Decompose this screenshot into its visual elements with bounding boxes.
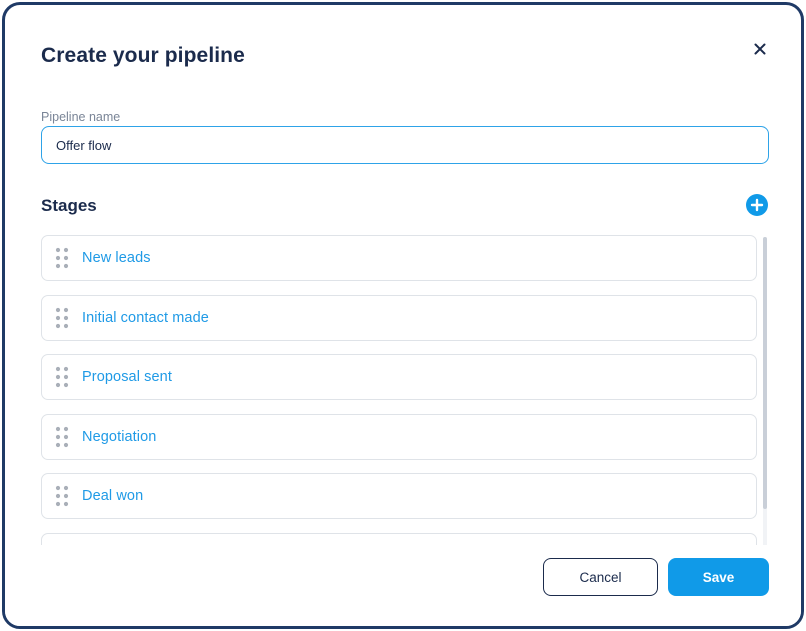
stage-label: Initial contact made (82, 309, 209, 326)
stage-label: Negotiation (82, 428, 157, 445)
pipeline-name-input[interactable] (41, 126, 769, 164)
stage-item[interactable]: New leads (41, 235, 757, 281)
plus-circle-icon (750, 198, 764, 212)
close-button[interactable] (749, 38, 771, 60)
drag-handle-icon[interactable] (42, 296, 82, 340)
stage-label: Proposal sent (82, 369, 172, 385)
drag-handle-icon[interactable] (42, 355, 82, 399)
dialog-title: Create your pipeline (41, 44, 245, 67)
stage-item[interactable]: Deal won (41, 473, 757, 519)
close-icon (754, 43, 766, 55)
drag-handle-icon[interactable] (42, 474, 82, 518)
save-button[interactable]: Save (668, 558, 769, 596)
stage-label: New leads (82, 250, 151, 266)
scrollbar-thumb[interactable] (763, 237, 767, 509)
create-pipeline-dialog: Create your pipeline Pipeline name Stage… (2, 2, 804, 629)
stage-item[interactable]: Negotiation (41, 413, 757, 460)
drag-handle-icon[interactable] (42, 236, 82, 280)
drag-handle-icon[interactable] (42, 415, 82, 459)
add-stage-button[interactable] (746, 194, 768, 216)
stage-item[interactable]: Initial contact made (41, 294, 757, 341)
pipeline-name-label: Pipeline name (41, 110, 121, 124)
stage-item[interactable]: Proposal sent (41, 354, 757, 400)
stage-list-scrollbar[interactable] (763, 237, 767, 549)
stage-label: Deal won (82, 488, 144, 504)
stage-list: New leads Initial contact made Proposal … (41, 235, 757, 547)
stages-heading: Stages (41, 196, 97, 215)
cancel-button[interactable]: Cancel (543, 558, 658, 596)
